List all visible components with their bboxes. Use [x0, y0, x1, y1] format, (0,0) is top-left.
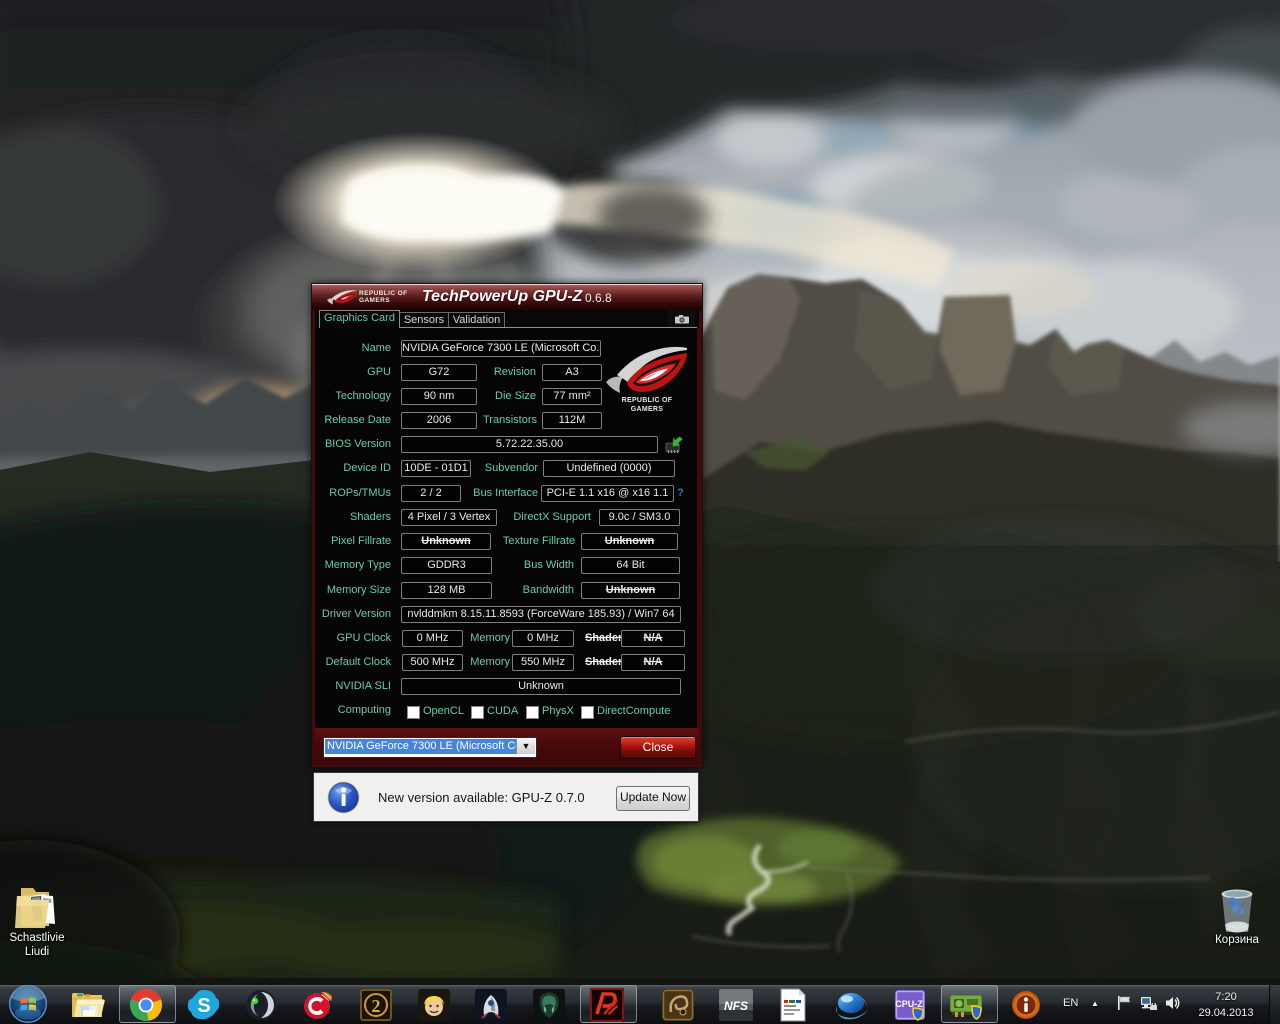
- svg-text:2: 2: [372, 996, 381, 1016]
- svg-text:GAMERS: GAMERS: [631, 406, 664, 413]
- svg-text:NFS: NFS: [724, 999, 748, 1013]
- svg-text:S: S: [197, 995, 210, 1017]
- svg-text:REPUBLIC OF: REPUBLIC OF: [622, 397, 673, 404]
- svg-text:CPU-Z: CPU-Z: [895, 999, 923, 1009]
